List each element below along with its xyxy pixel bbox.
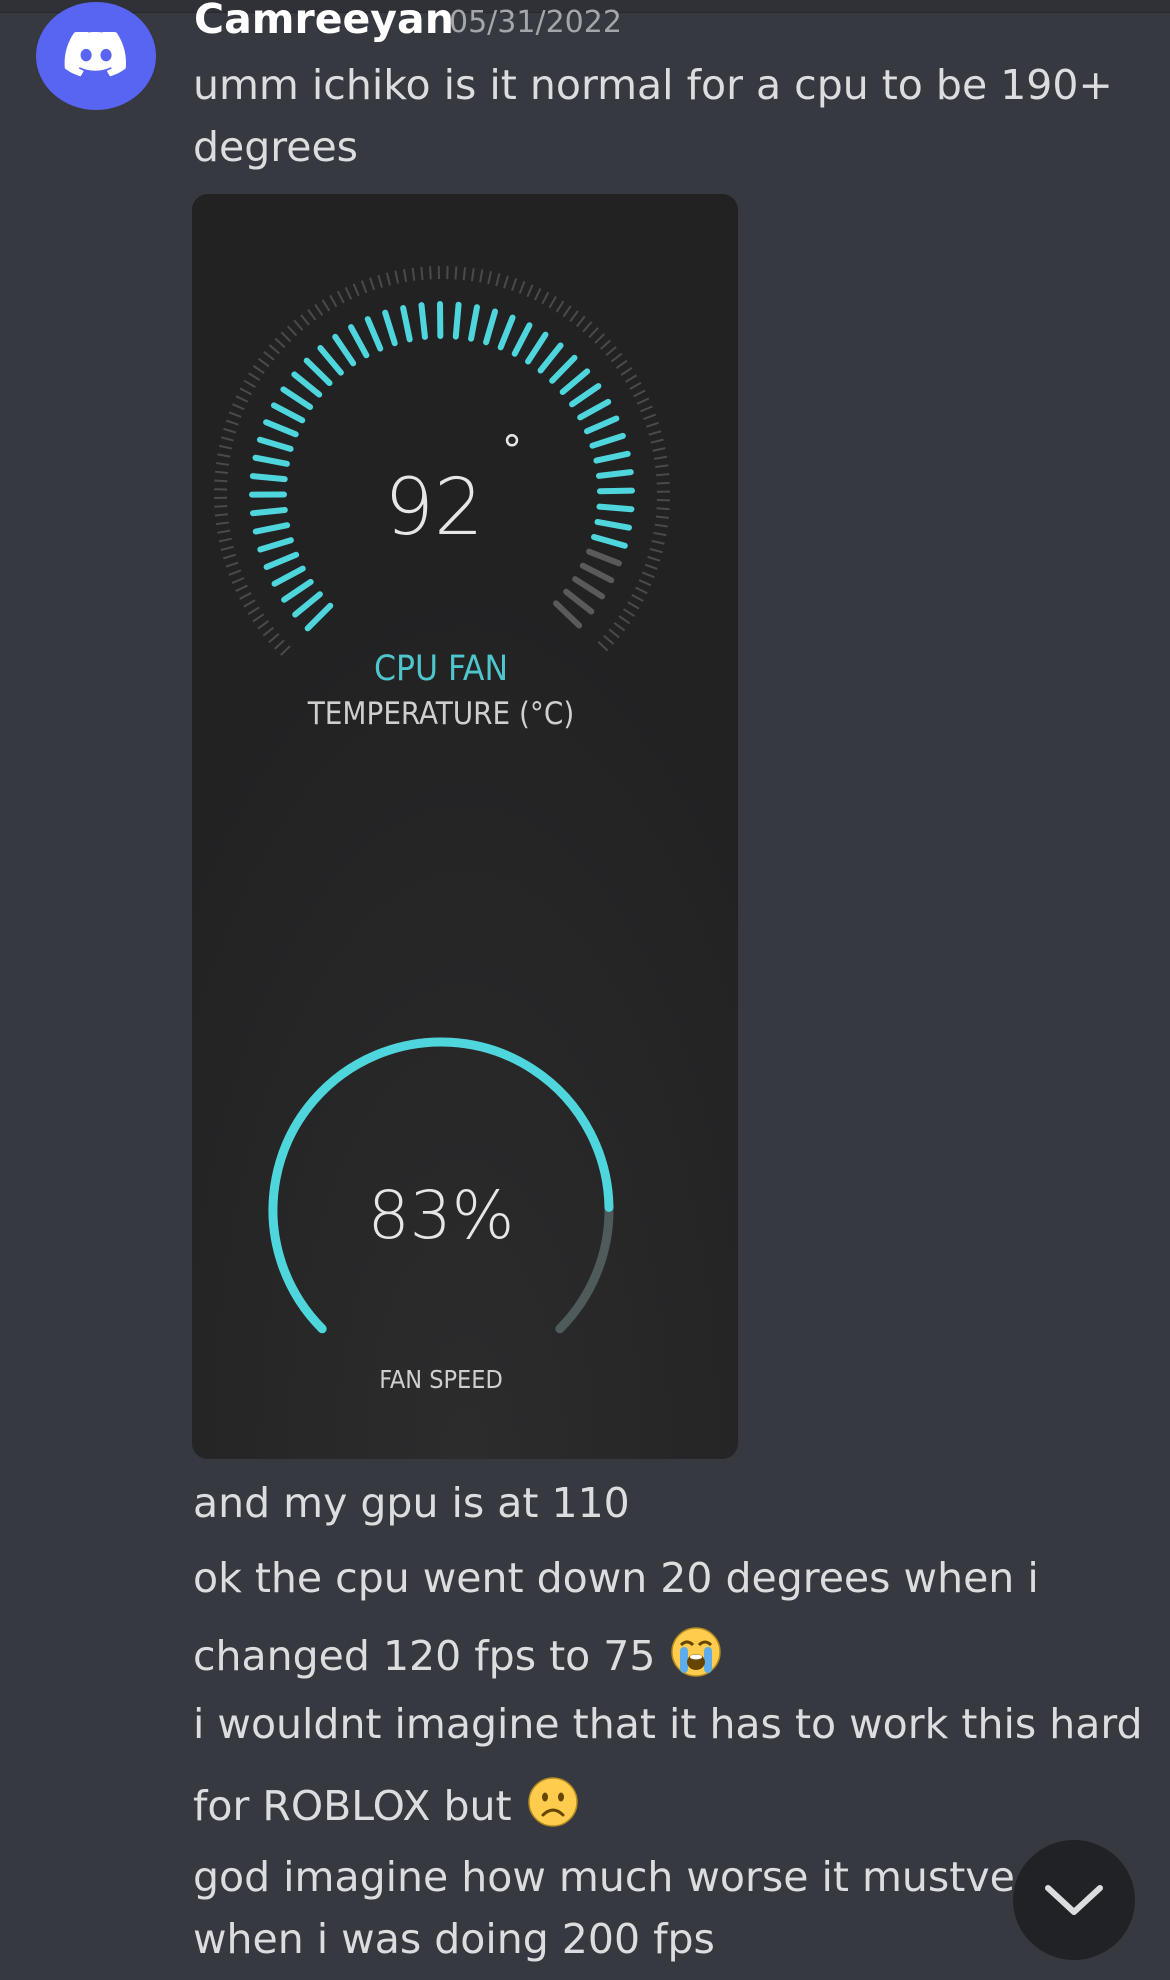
temperature-scale-tick — [214, 479, 228, 483]
temperature-value: 92 — [384, 463, 483, 553]
temperature-active-tick — [595, 469, 634, 479]
temperature-active-tick — [249, 506, 288, 517]
message-line-1: umm ichiko is it normal for a cpu to be … — [193, 61, 1113, 109]
message-timestamp: 05/31/2022 — [449, 5, 622, 40]
scroll-to-bottom-button[interactable] — [1013, 1840, 1135, 1960]
message-line-3: and my gpu is at 110 — [193, 1479, 630, 1527]
message-line-8: god imagine how much worse it mustve b — [193, 1853, 1054, 1901]
message-line-5-text: changed 120 fps to 75 — [193, 1632, 656, 1680]
temperature-active-tick — [596, 487, 635, 495]
avatar[interactable] — [36, 2, 156, 110]
temperature-scale-tick — [454, 266, 458, 280]
message-line-7: for ROBLOX but — [193, 1775, 580, 1840]
fan-speed-label: FAN SPEED — [379, 1365, 503, 1394]
temperature-scale-tick — [462, 267, 467, 281]
temperature-title: CPU FAN — [374, 649, 508, 689]
temperature-scale-tick — [420, 266, 424, 280]
temperature-active-tick — [452, 301, 462, 340]
username[interactable]: Camreeyan — [194, 0, 454, 44]
temperature-scale-tick — [214, 505, 228, 508]
message-line-6: i wouldnt imagine that it has to work th… — [193, 1700, 1143, 1748]
temperature-subtitle: TEMPERATURE (°C) — [307, 696, 574, 732]
fan-speed-value: 83% — [368, 1177, 515, 1254]
message-line-5: changed 120 fps to 75 — [193, 1625, 723, 1690]
temperature-active-tick — [596, 503, 635, 513]
temperature-scale-tick — [214, 470, 229, 475]
loudly-crying-face-icon — [669, 1625, 723, 1690]
chevron-down-icon — [1045, 1885, 1103, 1915]
message-line-9: when i was doing 200 fps — [193, 1915, 715, 1963]
message-line-2: degrees — [193, 123, 359, 171]
temperature-scale-tick — [656, 481, 670, 485]
temperature-scale-tick — [656, 507, 670, 511]
message-line-4: ok the cpu went down 20 degrees when i — [193, 1554, 1039, 1602]
temperature-scale-tick — [214, 513, 229, 517]
discord-logo-icon — [64, 32, 126, 77]
temperature-active-tick — [418, 302, 428, 340]
message-line-7-text: for ROBLOX but — [193, 1782, 512, 1830]
degree-symbol: ° — [502, 428, 522, 474]
image-attachment[interactable]: 92 ° CPU FAN TEMPERATURE (°C) 83% FAN SP… — [192, 194, 738, 1459]
temperature-scale-tick — [429, 266, 432, 280]
temperature-scale-tick — [655, 515, 669, 519]
temperature-scale-tick — [656, 473, 670, 477]
temperature-active-tick — [249, 473, 288, 483]
slightly-frowning-face-icon — [526, 1775, 580, 1840]
